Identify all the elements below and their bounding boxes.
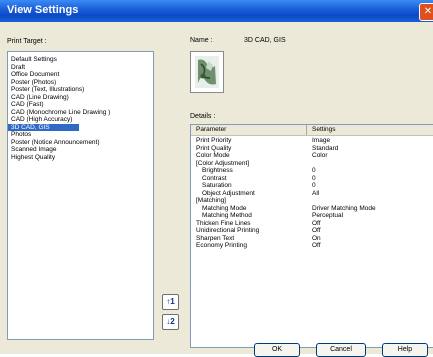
parameter-cell: Matching Mode	[202, 204, 247, 212]
print-target-item[interactable]: Poster (Photos)	[8, 79, 153, 87]
details-row: Thicken Fine Lines Off	[191, 220, 433, 228]
setting-cell: 0	[312, 167, 316, 174]
print-target-item[interactable]: CAD (Monochrome Line Drawing )	[8, 109, 153, 117]
print-target-item[interactable]: Default Settings	[8, 56, 153, 64]
details-row: Unidirectional Printing Off	[191, 227, 433, 235]
details-row: Object Adjustment All	[191, 190, 433, 198]
setting-cell: Driver Matching Mode	[312, 204, 376, 212]
title-bar[interactable]: View Settings ✕	[0, 0, 433, 22]
setting-cell: Color	[312, 152, 328, 159]
print-target-item[interactable]: 3D CAD, GIS	[8, 123, 79, 131]
details-row: Matching Mode Driver Matching Mode	[191, 205, 433, 213]
details-table: Parameter Settings Print Priority Image Pr…	[190, 124, 433, 348]
setting-cell: 0	[312, 174, 316, 182]
parameter-cell: [Matching]	[196, 197, 226, 204]
parameter-cell: Matching Method	[202, 212, 252, 219]
details-row: Saturation 0	[191, 182, 433, 190]
setting-cell: 0	[312, 182, 316, 189]
print-target-item[interactable]: CAD (High Accuracy)	[8, 116, 153, 124]
setting-cell: Image	[312, 137, 331, 144]
map-thumbnail-icon	[195, 56, 219, 88]
print-target-item[interactable]: Highest Quality	[8, 154, 153, 162]
details-row: Color Mode Color	[191, 152, 433, 160]
details-row: Contrast 0	[191, 175, 433, 183]
name-value: 3D CAD, GIS	[244, 37, 286, 44]
parameter-cell: Economy Printing	[196, 242, 247, 249]
setting-cell: All	[312, 189, 320, 197]
setting-cell: On	[312, 234, 321, 242]
print-target-item[interactable]: Poster (Notice Announcement)	[8, 139, 153, 147]
print-target-item[interactable]: Draft	[8, 64, 153, 72]
details-row: Economy Printing Off	[191, 242, 433, 250]
parameter-cell: Unidirectional Printing	[196, 227, 260, 234]
column-header-parameter[interactable]: Parameter	[196, 126, 226, 133]
parameter-cell: Saturation	[202, 182, 232, 189]
print-target-label: Print Target :	[7, 38, 47, 45]
print-target-item[interactable]: Scanned Image	[8, 146, 153, 154]
setting-cell: Perceptual	[312, 212, 344, 219]
details-row: Brightness 0	[191, 167, 433, 175]
print-target-item[interactable]: CAD (Line Drawing)	[8, 94, 153, 102]
parameter-cell: Sharpen Text	[196, 234, 235, 242]
close-icon[interactable]: ✕	[419, 3, 433, 21]
view-settings-dialog: View Settings ✕ Print Target : Default S…	[0, 0, 433, 357]
parameter-cell: Color Mode	[196, 152, 230, 159]
print-target-item[interactable]: Photos	[8, 131, 153, 139]
details-row: [Matching]	[191, 197, 433, 205]
help-button[interactable]: Help	[382, 343, 428, 357]
column-header-settings[interactable]: Settings	[312, 126, 336, 133]
print-target-item[interactable]: CAD (Fast)	[8, 101, 153, 109]
setting-cell: Off	[312, 242, 321, 249]
setting-cell: Off	[312, 227, 321, 234]
cancel-button[interactable]: Cancel	[316, 343, 366, 357]
details-row: Print Quality Standard	[191, 145, 433, 153]
window-title: View Settings	[7, 4, 79, 16]
parameter-cell: Thicken Fine Lines	[196, 219, 251, 227]
details-row: Print Priority Image	[191, 137, 433, 145]
parameter-cell: Print Priority	[196, 137, 232, 144]
setting-cell: Standard	[312, 144, 339, 152]
details-row: Matching Method Perceptual	[191, 212, 433, 220]
parameter-cell: Print Quality	[196, 144, 232, 152]
details-row: Sharpen Text On	[191, 235, 433, 243]
parameter-cell: Brightness	[202, 167, 233, 174]
parameter-cell: Contrast	[202, 174, 227, 182]
details-row: [Color Adjustment]	[191, 160, 433, 168]
ok-button[interactable]: OK	[254, 343, 300, 357]
print-target-item[interactable]: Office Document	[8, 71, 153, 79]
details-label: Details :	[190, 113, 216, 120]
details-header: Parameter Settings	[191, 125, 433, 136]
parameter-cell: Object Adjustment	[202, 189, 255, 197]
name-label: Name :	[190, 37, 213, 44]
move-down-button[interactable]: ↓2	[162, 314, 179, 330]
preset-thumbnail	[190, 51, 224, 93]
print-target-list[interactable]: Default Settings Draft Office Document Post…	[7, 51, 154, 340]
print-target-item[interactable]: Poster (Text, Illustrations)	[8, 86, 153, 94]
move-up-button[interactable]: ↑1	[162, 294, 179, 310]
parameter-cell: [Color Adjustment]	[196, 159, 250, 167]
setting-cell: Off	[312, 219, 321, 227]
